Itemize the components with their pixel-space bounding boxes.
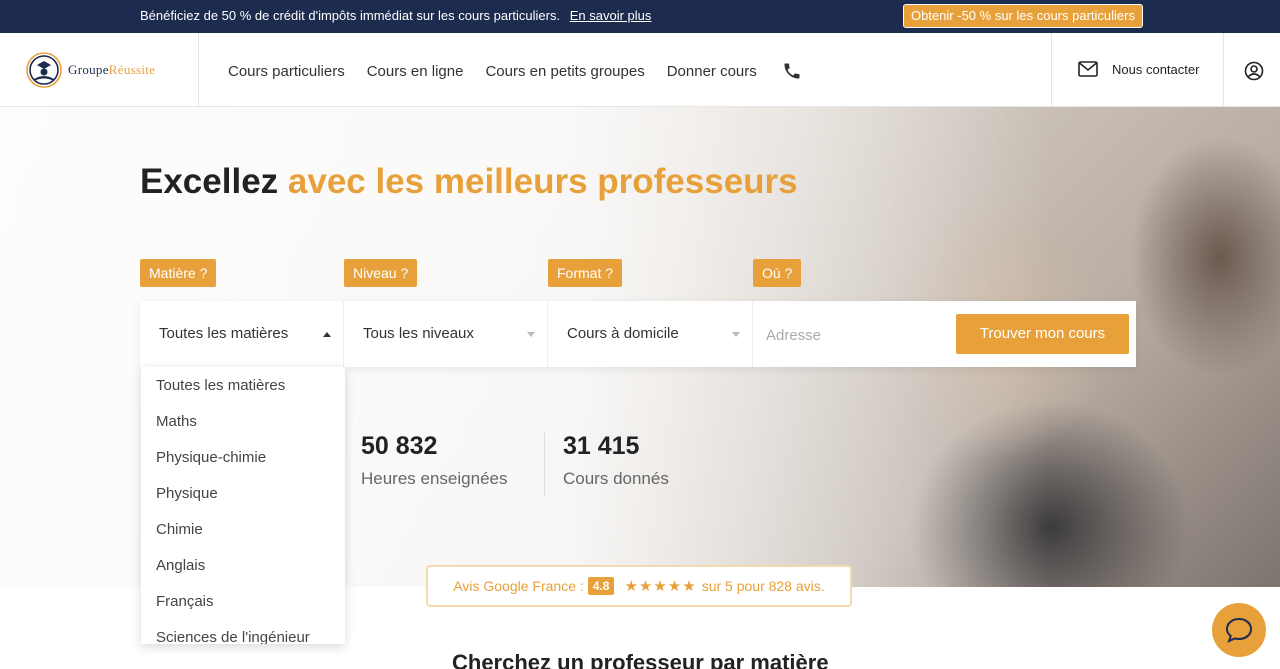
stat-hours-value: 50 832 (361, 432, 438, 460)
nav-cours-particuliers[interactable]: Cours particuliers (228, 63, 345, 80)
search-form: Toutes les matières Tous les niveaux Cou… (140, 301, 1136, 367)
subject-dropdown-list: Toutes les matières Maths Physique-chimi… (141, 367, 345, 644)
promo-learn-more-link[interactable]: En savoir plus (570, 8, 652, 23)
level-select-value: Tous les niveaux (363, 325, 474, 342)
stat-courses: 31 415 Cours donnés (563, 432, 669, 489)
find-course-button[interactable]: Trouver mon cours (956, 314, 1129, 354)
subject-select[interactable]: Toutes les matières (140, 301, 344, 367)
caret-up-icon (323, 332, 331, 337)
section-title: Cherchez un professeur par matière (452, 650, 829, 669)
format-select-value: Cours à domicile (567, 325, 679, 342)
stat-hours-label: Heures enseignées (361, 469, 508, 488)
tag-ou: Où ? (753, 259, 802, 287)
contact-link[interactable]: Nous contacter (1078, 61, 1199, 77)
dropdown-option[interactable]: Toutes les matières (141, 368, 345, 404)
address-input[interactable]: Adresse (766, 327, 821, 344)
reviews-score: 4.8 (587, 577, 615, 595)
account-icon[interactable] (1244, 61, 1264, 86)
promo-bar: Bénéficiez de 50 % de crédit d'impôts im… (0, 0, 1280, 33)
dropdown-option[interactable]: Physique (141, 476, 345, 512)
nav-donner-cours[interactable]: Donner cours (667, 63, 757, 80)
dropdown-option[interactable]: Anglais (141, 548, 345, 584)
headline-plain: Excellez (140, 162, 279, 201)
header-divider (1051, 33, 1052, 107)
dropdown-option[interactable]: Sciences de l'ingénieur (141, 620, 345, 644)
logo-mark-icon (24, 51, 64, 89)
main-nav: Cours particuliers Cours en ligne Cours … (228, 61, 802, 81)
chat-bubble-icon (1225, 617, 1253, 643)
header-divider (198, 33, 199, 107)
caret-down-icon (527, 332, 535, 337)
headline-accent: avec les meilleurs professeurs (287, 162, 798, 201)
brand-name: GroupeRéussite (68, 62, 155, 78)
subject-select-value: Toutes les matières (159, 325, 289, 342)
promo-text: Bénéficiez de 50 % de crédit d'impôts im… (140, 8, 561, 23)
brand-prefix: Groupe (68, 62, 109, 77)
nav-cours-petits-groupes[interactable]: Cours en petits groupes (485, 63, 644, 80)
chat-button[interactable] (1212, 603, 1266, 657)
dropdown-option[interactable]: Maths (141, 404, 345, 440)
mail-icon (1078, 61, 1098, 77)
hero-headline: Excellez avec les meilleurs professeurs (140, 162, 798, 202)
level-select[interactable]: Tous les niveaux (344, 301, 548, 367)
dropdown-option[interactable]: Physique-chimie (141, 440, 345, 476)
stat-courses-value: 31 415 (563, 432, 640, 460)
logo[interactable]: GroupeRéussite (24, 51, 155, 89)
dropdown-option[interactable]: Chimie (141, 512, 345, 548)
dropdown-option[interactable]: Français (141, 584, 345, 620)
reviews-prefix: Avis Google France : (453, 578, 584, 594)
nav-cours-en-ligne[interactable]: Cours en ligne (367, 63, 464, 80)
tag-niveau: Niveau ? (344, 259, 418, 287)
site-header: GroupeRéussite Cours particuliers Cours … (0, 33, 1280, 107)
stat-divider (544, 433, 545, 497)
promo-message: Bénéficiez de 50 % de crédit d'impôts im… (140, 8, 651, 23)
brand-suffix: Réussite (108, 62, 156, 77)
stat-hours: 50 832 Heures enseignées (361, 432, 507, 489)
tag-format: Format ? (548, 259, 623, 287)
contact-label: Nous contacter (1112, 61, 1200, 77)
tag-matiere: Matière ? (140, 259, 217, 287)
stat-courses-label: Cours donnés (563, 469, 669, 488)
google-reviews-badge[interactable]: Avis Google France : 4.8 ★★★★★ sur 5 pou… (426, 565, 852, 607)
promo-cta-button[interactable]: Obtenir -50 % sur les cours particuliers (903, 4, 1143, 28)
phone-icon[interactable] (782, 61, 802, 81)
star-rating-icon: ★★★★★ (624, 578, 697, 595)
reviews-suffix: sur 5 pour 828 avis. (701, 578, 825, 594)
caret-down-icon (732, 332, 740, 337)
header-divider (1223, 33, 1224, 107)
format-select[interactable]: Cours à domicile (548, 301, 753, 367)
